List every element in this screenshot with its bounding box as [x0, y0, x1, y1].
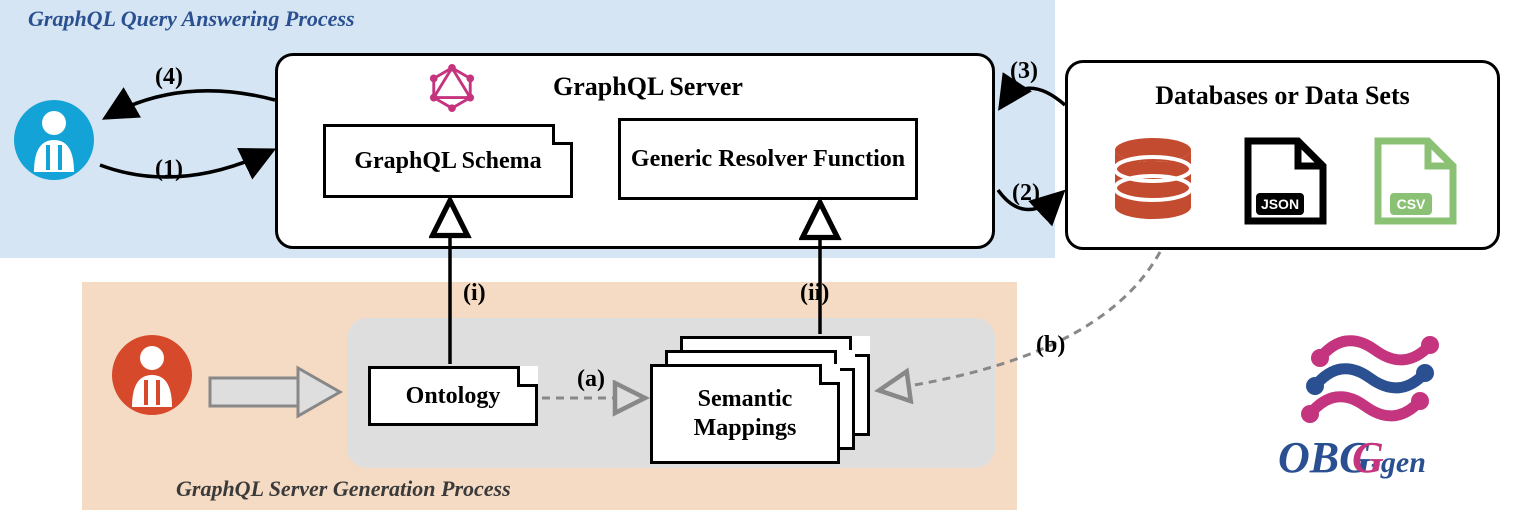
graphql-server-title: GraphQL Server — [498, 72, 798, 102]
user-icon-orange — [110, 325, 195, 430]
graphql-schema-label: GraphQL Schema — [354, 147, 541, 176]
generation-process-label: GraphQL Server Generation Process — [176, 476, 511, 502]
edge-a-label: (a) — [577, 366, 605, 393]
graphql-schema-box: GraphQL Schema — [323, 124, 573, 198]
edge-i-label: (i) — [463, 280, 486, 307]
edge-b-label: (b) — [1036, 332, 1065, 359]
user-icon-blue — [12, 90, 97, 195]
databases-box: Databases or Data Sets JSON — [1065, 60, 1500, 250]
logo-g-overlay: G — [1352, 432, 1384, 483]
obg-gen-logo: OBG-gen G — [1290, 320, 1490, 505]
resolver-function-label: Generic Resolver Function — [631, 145, 905, 174]
json-file-icon: JSON — [1238, 131, 1333, 236]
query-process-label: GraphQL Query Answering Process — [28, 6, 355, 32]
database-icon — [1108, 135, 1198, 230]
edge-1-label: (1) — [155, 156, 183, 183]
mappings-box: Semantic Mappings — [650, 364, 840, 464]
graphql-logo-icon — [428, 64, 476, 117]
edge-2-label: (2) — [1012, 180, 1040, 207]
ontology-box: Ontology — [368, 366, 538, 426]
csv-file-icon: CSV — [1368, 131, 1463, 236]
mappings-label: Semantic Mappings — [653, 385, 837, 443]
resolver-function-box: Generic Resolver Function — [618, 118, 918, 200]
edge-3-label: (3) — [1010, 58, 1038, 85]
ontology-label: Ontology — [406, 382, 501, 411]
svg-text:CSV: CSV — [1397, 196, 1426, 212]
edge-ii-label: (ii) — [800, 280, 829, 307]
edge-4-label: (4) — [155, 64, 183, 91]
databases-title: Databases or Data Sets — [1068, 81, 1497, 111]
svg-text:JSON: JSON — [1261, 196, 1299, 212]
